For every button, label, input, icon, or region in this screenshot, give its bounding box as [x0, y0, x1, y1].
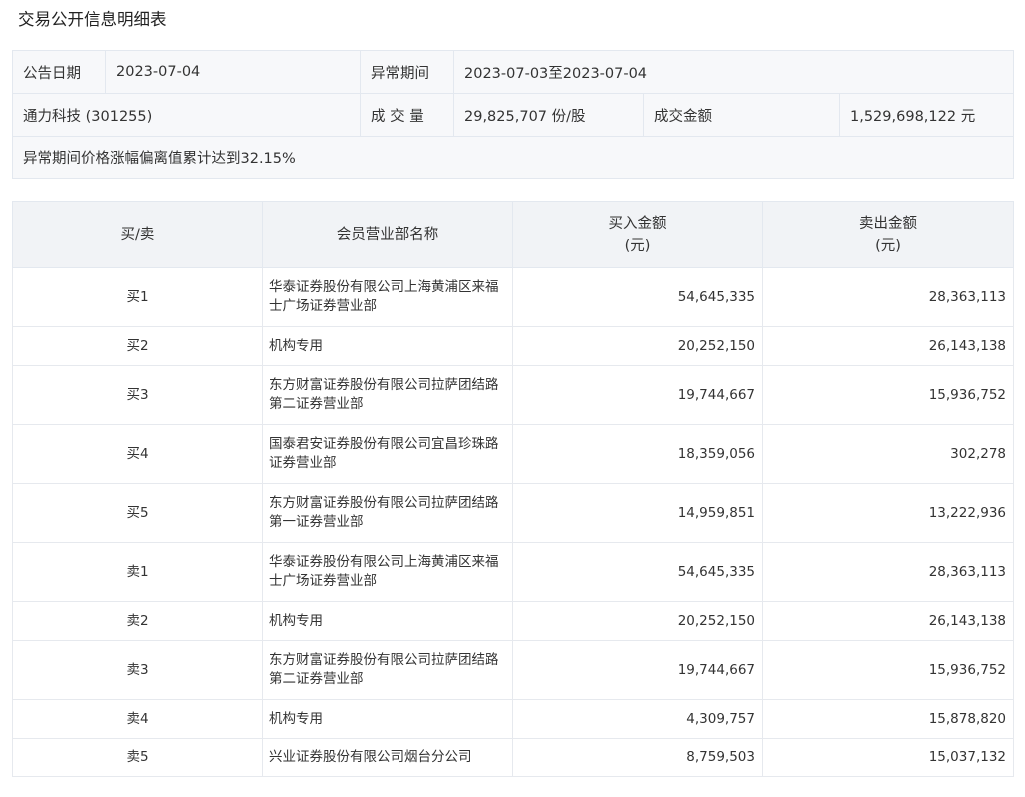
row-member: 国泰君安证券股份有限公司宜昌珍珠路证券营业部 — [262, 424, 513, 484]
row-side: 买4 — [12, 424, 263, 484]
row-buy-amount: 20,252,150 — [512, 326, 763, 366]
row-side: 卖5 — [12, 738, 263, 777]
row-buy-amount: 54,645,335 — [512, 267, 763, 327]
row-sell-amount: 15,878,820 — [762, 699, 1014, 739]
period-value: 2023-07-03至2023-07-04 — [452, 50, 1015, 94]
row-buy-amount: 14,959,851 — [512, 483, 763, 543]
info-row-reason: 异常期间价格涨幅偏离值累计达到32.15% — [11, 136, 1015, 179]
row-sell-amount: 15,037,132 — [762, 738, 1014, 777]
row-side: 卖2 — [12, 601, 263, 641]
table-row: 卖1 华泰证券股份有限公司上海黄浦区来福士广场证券营业部 54,645,335 … — [12, 542, 1014, 602]
volume-value: 29,825,707 份/股 — [453, 93, 644, 137]
header-member: 会员营业部名称 — [262, 201, 513, 268]
header-sell-unit: (元) — [875, 237, 901, 254]
table-row: 买4 国泰君安证券股份有限公司宜昌珍珠路证券营业部 18,359,056 302… — [12, 424, 1014, 484]
row-side: 买2 — [12, 326, 263, 366]
row-buy-amount: 19,744,667 — [512, 365, 763, 425]
header-buy: 买入金额 (元) — [512, 201, 763, 268]
row-sell-amount: 28,363,113 — [762, 542, 1014, 602]
row-side: 买1 — [12, 267, 263, 327]
table-row: 卖4 机构专用 4,309,757 15,878,820 — [12, 699, 1014, 739]
row-member: 兴业证券股份有限公司烟台分公司 — [262, 738, 513, 777]
period-label: 异常期间 — [360, 50, 454, 94]
row-sell-amount: 26,143,138 — [762, 601, 1014, 641]
amount-label: 成交金额 — [643, 93, 840, 137]
row-buy-amount: 54,645,335 — [512, 542, 763, 602]
row-sell-amount: 28,363,113 — [762, 267, 1014, 327]
row-member: 东方财富证券股份有限公司拉萨团结路第一证券营业部 — [262, 483, 513, 543]
row-side: 买5 — [12, 483, 263, 543]
row-sell-amount: 15,936,752 — [762, 365, 1014, 425]
header-buy-unit: (元) — [624, 237, 651, 254]
table-row: 卖5 兴业证券股份有限公司烟台分公司 8,759,503 15,037,132 — [12, 738, 1014, 777]
row-buy-amount: 4,309,757 — [512, 699, 763, 739]
header-sell-title: 卖出金额 — [859, 215, 917, 232]
row-side: 买3 — [12, 365, 263, 425]
row-member: 东方财富证券股份有限公司拉萨团结路第二证券营业部 — [262, 640, 513, 700]
header-side: 买/卖 — [12, 201, 263, 268]
row-member: 东方财富证券股份有限公司拉萨团结路第二证券营业部 — [262, 365, 513, 425]
info-row-stock: 通力科技 (301255) 成 交 量 29,825,707 份/股 成交金额 … — [12, 93, 1015, 137]
row-buy-amount: 18,359,056 — [512, 424, 763, 484]
detail-header-row: 买/卖 会员营业部名称 买入金额 (元) 卖出金额 (元) — [12, 201, 1014, 268]
reason-text: 异常期间价格涨幅偏离值累计达到32.15% — [11, 136, 1015, 179]
detail-table: 买/卖 会员营业部名称 买入金额 (元) 卖出金额 (元) 买1 华泰证券股份有… — [12, 201, 1014, 777]
table-row: 买3 东方财富证券股份有限公司拉萨团结路第二证券营业部 19,744,667 1… — [12, 365, 1014, 425]
row-side: 卖1 — [12, 542, 263, 602]
header-sell: 卖出金额 (元) — [762, 201, 1014, 268]
date-label: 公告日期 — [12, 50, 106, 94]
row-sell-amount: 15,936,752 — [762, 640, 1014, 700]
volume-label: 成 交 量 — [360, 93, 454, 137]
row-buy-amount: 8,759,503 — [512, 738, 763, 777]
row-member: 华泰证券股份有限公司上海黄浦区来福士广场证券营业部 — [262, 267, 513, 327]
row-sell-amount: 302,278 — [762, 424, 1014, 484]
info-table: 公告日期 2023-07-04 异常期间 2023-07-03至2023-07-… — [11, 50, 1015, 179]
row-member: 机构专用 — [262, 601, 513, 641]
row-member: 机构专用 — [262, 699, 513, 739]
amount-value: 1,529,698,122 元 — [838, 93, 1015, 137]
table-row: 买1 华泰证券股份有限公司上海黄浦区来福士广场证券营业部 54,645,335 … — [12, 267, 1014, 327]
row-buy-amount: 19,744,667 — [512, 640, 763, 700]
row-member: 华泰证券股份有限公司上海黄浦区来福士广场证券营业部 — [262, 542, 513, 602]
row-sell-amount: 26,143,138 — [762, 326, 1014, 366]
table-row: 卖2 机构专用 20,252,150 26,143,138 — [12, 601, 1014, 641]
info-row-date: 公告日期 2023-07-04 异常期间 2023-07-03至2023-07-… — [12, 50, 1015, 94]
table-row: 买5 东方财富证券股份有限公司拉萨团结路第一证券营业部 14,959,851 1… — [12, 483, 1014, 543]
row-sell-amount: 13,222,936 — [762, 483, 1014, 543]
date-value: 2023-07-04 — [105, 50, 361, 94]
row-side: 卖4 — [12, 699, 263, 739]
page-title: 交易公开信息明细表 — [18, 10, 167, 29]
table-row: 买2 机构专用 20,252,150 26,143,138 — [12, 326, 1014, 366]
header-buy-title: 买入金额 — [608, 215, 667, 232]
stock-name: 通力科技 (301255) — [12, 93, 361, 137]
table-row: 卖3 东方财富证券股份有限公司拉萨团结路第二证券营业部 19,744,667 1… — [12, 640, 1014, 700]
row-member: 机构专用 — [262, 326, 513, 366]
row-side: 卖3 — [12, 640, 263, 700]
row-buy-amount: 20,252,150 — [512, 601, 763, 641]
